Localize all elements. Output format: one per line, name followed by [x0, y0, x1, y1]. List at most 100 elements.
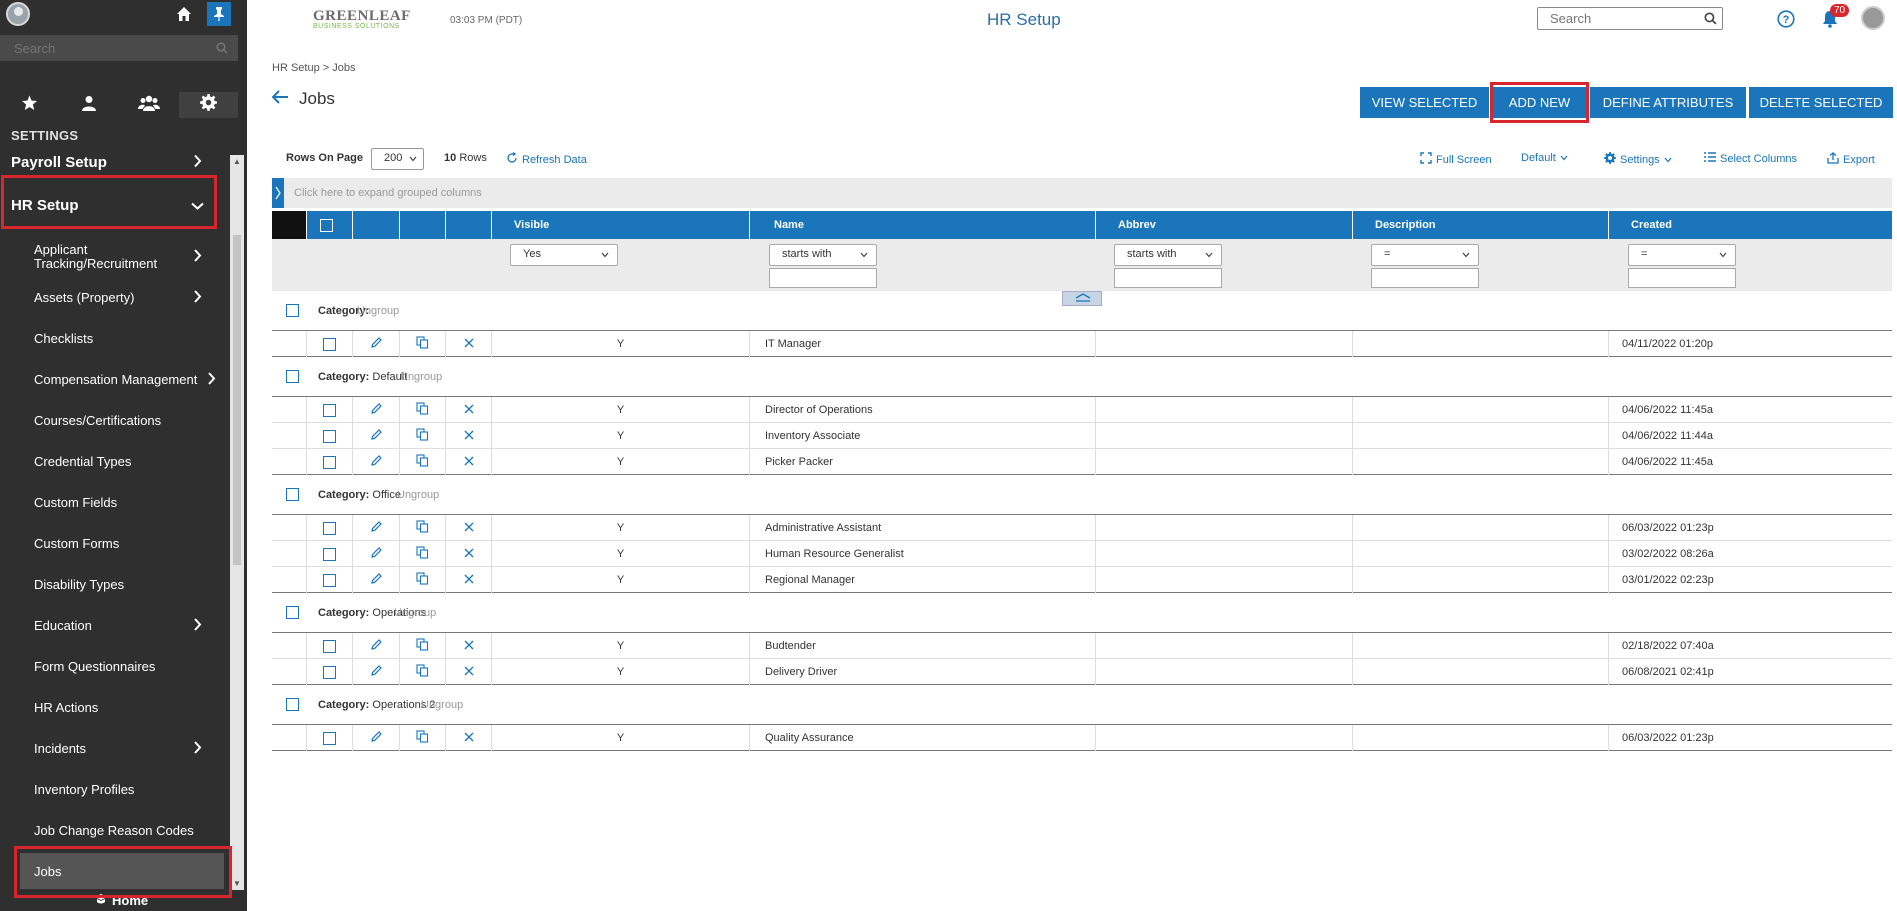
- search-icon[interactable]: [1704, 12, 1717, 30]
- view-default-dropdown[interactable]: Default: [1521, 152, 1568, 164]
- sidebar-item-inventory-profiles[interactable]: Inventory Profiles: [0, 769, 228, 810]
- row-checkbox[interactable]: [323, 731, 336, 745]
- group-checkbox[interactable]: [286, 304, 299, 317]
- export-link[interactable]: Export: [1827, 152, 1875, 167]
- breadcrumb[interactable]: HR Setup > Jobs: [272, 62, 355, 74]
- sidebar-scrollbar[interactable]: ▲ ▼: [230, 155, 244, 890]
- search-icon[interactable]: [216, 41, 228, 59]
- description-filter-input[interactable]: [1371, 268, 1479, 288]
- row-checkbox[interactable]: [323, 639, 336, 653]
- sidebar-item-jobs[interactable]: Jobs: [20, 853, 224, 889]
- group-checkbox[interactable]: [286, 370, 299, 383]
- ungroup-link[interactable]: Ungroup: [394, 607, 436, 619]
- sidebar-item-credential-types[interactable]: Credential Types: [0, 441, 228, 482]
- header-search-input[interactable]: [1538, 8, 1722, 29]
- sidebar-search-input[interactable]: [0, 35, 238, 61]
- refresh-data-link[interactable]: Refresh Data: [506, 151, 587, 167]
- copy-button[interactable]: [399, 449, 445, 475]
- abbrev-filter-operator[interactable]: starts with: [1114, 244, 1222, 266]
- row-checkbox[interactable]: [323, 455, 336, 469]
- sidebar-scroll-thumb[interactable]: [233, 235, 241, 565]
- table-row[interactable]: Y Regional Manager 03/01/2022 02:23p: [272, 567, 1892, 593]
- delete-row-button[interactable]: [445, 331, 491, 357]
- edit-button[interactable]: [352, 725, 399, 751]
- group-tab[interactable]: [119, 92, 179, 118]
- edit-button[interactable]: [352, 331, 399, 357]
- sidebar-item-custom-forms[interactable]: Custom Forms: [0, 523, 228, 564]
- edit-button[interactable]: [352, 659, 399, 685]
- row-checkbox[interactable]: [323, 573, 336, 587]
- delete-row-button[interactable]: [445, 515, 491, 541]
- row-checkbox-cell[interactable]: [306, 633, 352, 659]
- view-selected-button[interactable]: VIEW SELECTED: [1360, 87, 1489, 118]
- edit-button[interactable]: [352, 515, 399, 541]
- created-filter-input[interactable]: [1628, 268, 1736, 288]
- sidebar-item-disability-types[interactable]: Disability Types: [0, 564, 228, 605]
- copy-button[interactable]: [399, 423, 445, 449]
- edit-button[interactable]: [352, 541, 399, 567]
- row-checkbox-cell[interactable]: [306, 659, 352, 685]
- delete-row-button[interactable]: [445, 397, 491, 423]
- sidebar-item-payroll-setup[interactable]: Payroll Setup: [0, 150, 228, 175]
- column-header-abbrev[interactable]: Abbrev: [1095, 211, 1352, 239]
- settings-dropdown[interactable]: Settings: [1604, 152, 1672, 167]
- pin-icon[interactable]: [207, 2, 231, 26]
- name-filter-operator[interactable]: starts with: [769, 244, 877, 266]
- user-avatar[interactable]: [1861, 6, 1885, 30]
- ungroup-link[interactable]: Ungroup: [421, 699, 463, 711]
- row-checkbox[interactable]: [323, 521, 336, 535]
- table-row[interactable]: Y Administrative Assistant 06/03/2022 01:2…: [272, 515, 1892, 541]
- define-attributes-button[interactable]: DEFINE ATTRIBUTES: [1590, 87, 1746, 118]
- row-checkbox-cell[interactable]: [306, 397, 352, 423]
- sidebar-item-custom-fields[interactable]: Custom Fields: [0, 482, 228, 523]
- delete-row-button[interactable]: [445, 633, 491, 659]
- sidebar-item-form-questionnaires[interactable]: Form Questionnaires: [0, 646, 228, 687]
- row-checkbox[interactable]: [323, 665, 336, 679]
- delete-row-button[interactable]: [445, 567, 491, 593]
- table-row[interactable]: Y Budtender 02/18/2022 07:40a: [272, 633, 1892, 659]
- select-all-checkbox[interactable]: [306, 211, 352, 239]
- description-filter-operator[interactable]: =: [1371, 244, 1479, 266]
- row-checkbox-cell[interactable]: [306, 515, 352, 541]
- copy-button[interactable]: [399, 541, 445, 567]
- edit-button[interactable]: [352, 567, 399, 593]
- column-header-visible[interactable]: Visible: [491, 211, 749, 239]
- table-row[interactable]: Y Director of Operations 04/06/2022 11:45a: [272, 397, 1892, 423]
- table-row[interactable]: Y Inventory Associate 04/06/2022 11:44a: [272, 423, 1892, 449]
- row-checkbox-cell[interactable]: [306, 449, 352, 475]
- sidebar-item-hr-actions[interactable]: HR Actions: [0, 687, 228, 728]
- ungroup-link[interactable]: Ungroup: [400, 371, 442, 383]
- copy-button[interactable]: [399, 725, 445, 751]
- copy-button[interactable]: [399, 567, 445, 593]
- abbrev-filter-input[interactable]: [1114, 268, 1222, 288]
- ungroup-link[interactable]: Ungroup: [357, 305, 399, 317]
- table-row[interactable]: Y Quality Assurance 06/03/2022 01:23p: [272, 725, 1892, 751]
- created-filter-operator[interactable]: =: [1628, 244, 1736, 266]
- column-header-description[interactable]: Description: [1352, 211, 1608, 239]
- delete-row-button[interactable]: [445, 423, 491, 449]
- edit-button[interactable]: [352, 449, 399, 475]
- help-icon[interactable]: ?: [1777, 10, 1795, 33]
- copy-button[interactable]: [399, 659, 445, 685]
- sidebar-avatar[interactable]: [6, 2, 30, 26]
- table-row[interactable]: Y Picker Packer 04/06/2022 11:45a: [272, 449, 1892, 475]
- sidebar-home-link[interactable]: Home: [94, 893, 148, 908]
- copy-button[interactable]: [399, 397, 445, 423]
- group-checkbox[interactable]: [286, 698, 299, 711]
- company-logo[interactable]: GREENLEAF BUSINESS SOLUTIONS: [313, 8, 413, 34]
- edit-button[interactable]: [352, 423, 399, 449]
- copy-button[interactable]: [399, 331, 445, 357]
- sidebar-item-checklists[interactable]: Checklists: [0, 318, 228, 359]
- sidebar-item-courses[interactable]: Courses/Certifications: [0, 400, 228, 441]
- sidebar-item-applicant-tracking[interactable]: Applicant Tracking/Recruitment: [0, 236, 228, 277]
- delete-row-button[interactable]: [445, 541, 491, 567]
- person-tab[interactable]: [60, 92, 120, 118]
- row-checkbox-cell[interactable]: [306, 725, 352, 751]
- column-header-name[interactable]: Name: [749, 211, 1095, 239]
- full-screen-link[interactable]: Full Screen: [1420, 152, 1492, 167]
- sidebar-search[interactable]: [0, 35, 238, 61]
- rows-on-page-select[interactable]: 200: [371, 148, 424, 170]
- delete-row-button[interactable]: [445, 659, 491, 685]
- row-checkbox[interactable]: [323, 403, 336, 417]
- ungroup-link[interactable]: Ungroup: [397, 489, 439, 501]
